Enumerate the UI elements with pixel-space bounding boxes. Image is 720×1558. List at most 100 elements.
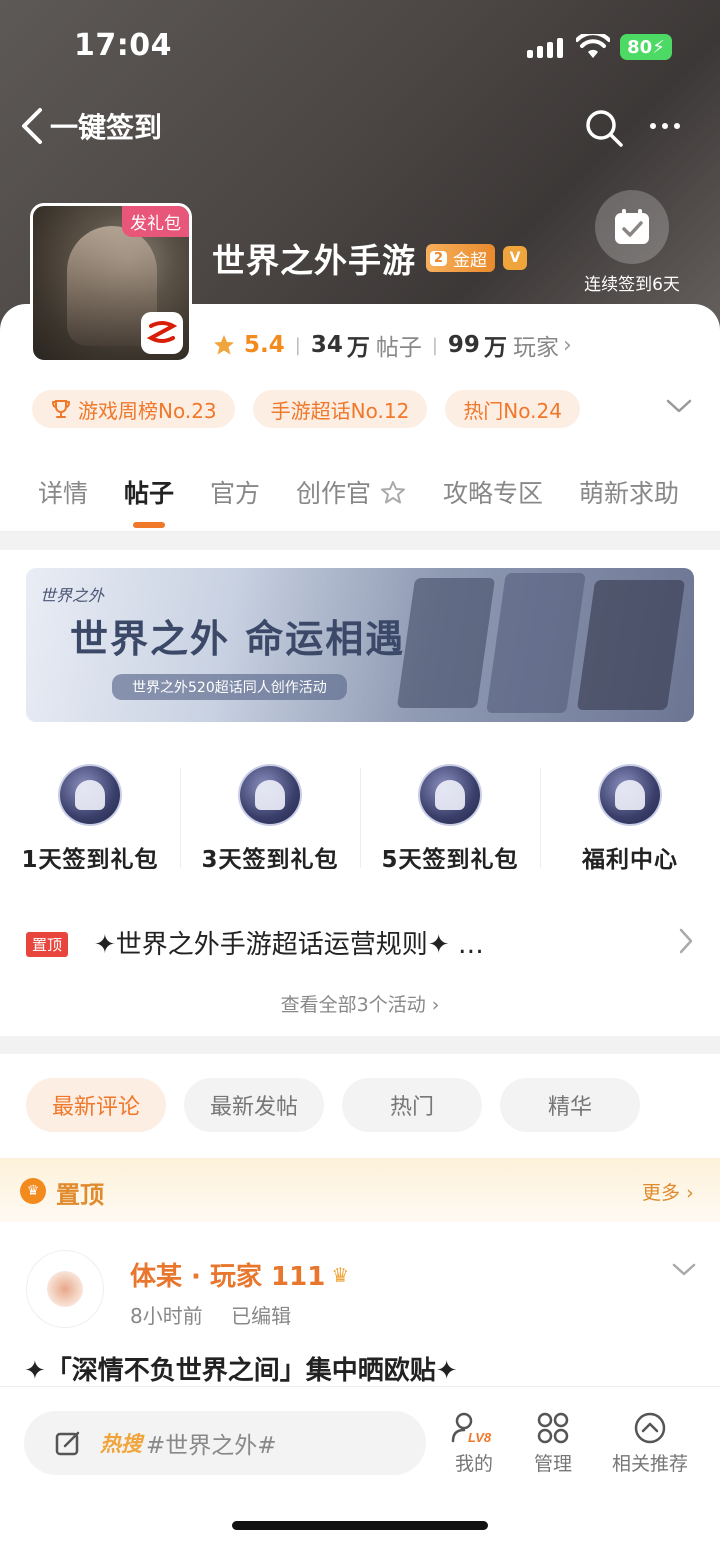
grid-icon [537,1412,569,1444]
divider: | [431,334,438,356]
chevron-right-icon: › [686,1182,694,1204]
gift-mascot-icon [58,764,122,826]
bottom-bar: 热搜 #世界之外# LV8 我的 管理 相关推荐 [0,1386,720,1558]
vip-crown-icon: ♛ [331,1262,350,1287]
filter-featured[interactable]: 精华 [500,1078,640,1132]
pinned-section-header: ♛ 置顶 更多 › [0,1158,720,1222]
mine-button[interactable]: LV8 我的 [450,1411,498,1476]
search-button[interactable] [584,108,624,152]
related-recommend-button[interactable]: 相关推荐 [612,1411,688,1476]
tab-newbie-help[interactable]: 萌新求助 [561,474,697,531]
checkin-streak-label: 连续签到6天 [584,275,680,295]
badge-label: 金超 [453,250,488,271]
welfare-center[interactable]: 福利中心 [540,764,720,874]
battery-level: 80 [627,36,653,58]
tab-guides[interactable]: 攻略专区 [425,474,561,531]
gift-label: 福利中心 [582,847,678,873]
view-all-label: 查看全部3个活动 [280,994,426,1016]
more-label: 更多 [642,1182,681,1204]
expand-ranks-button[interactable] [664,396,694,420]
top-nav: 一键签到 [0,96,720,160]
gift-3day[interactable]: 3天签到礼包 [180,764,360,874]
creator-badge-icon [381,481,406,504]
posts-count: 34 [310,332,343,358]
pinned-rule-text: ✦世界之外手游超话运营规则✦ … [94,930,484,960]
charging-icon: ⚡ [652,36,665,58]
hot-search-label: 热搜 [100,1432,142,1456]
players-label: 玩家 [512,335,559,361]
post-compose-input[interactable]: 热搜 #世界之外# [24,1411,426,1475]
banner-logo-text: 世界之外 [40,586,105,605]
post-title[interactable]: ✦「深情不负世界之间」集中晒欧贴✦ [24,1350,458,1387]
post-meta: 8小时前 已编辑 [130,1300,291,1329]
more-dot-icon [674,123,680,129]
gift-label: 5天签到礼包 [381,847,519,873]
gift-tag: 发礼包 [122,206,189,237]
avatar[interactable] [26,1250,104,1328]
search-icon [586,110,623,147]
game-cover-image[interactable]: 发礼包 [30,203,192,363]
posts-unit: 万 [346,335,370,361]
chevron-left-icon [22,108,42,144]
manage-button[interactable]: 管理 [534,1411,572,1476]
divider: | [294,334,301,356]
star-icon [214,335,234,355]
tab-creator-label: 创作官 [296,479,372,508]
rank-row: 游戏周榜No.23 手游超话No.12 热门No.24 [32,390,580,428]
game-stats[interactable]: 5.4 | 34 万 帖子 | 99 万 玩家 › [212,328,572,362]
tab-creator[interactable]: 创作官 [278,474,425,531]
tab-details[interactable]: 详情 [0,474,106,531]
status-time: 17:04 [74,28,172,63]
rank-label: 手游超话No.12 [270,398,410,423]
pinned-rule-row[interactable]: 置顶 ✦世界之外手游超话运营规则✦ … [0,910,720,976]
activity-section: 世界之外 世界之外 命运相遇 世界之外520超话同人创作活动 1天签到礼包 3天… [0,550,720,1036]
nav-title: 一键签到 [50,111,163,144]
game-title-row: 世界之外手游 2 金超 V [212,234,528,282]
banner-character-card [396,578,496,708]
gift-row: 1天签到礼包 3天签到礼包 5天签到礼包 福利中心 [0,764,720,874]
post-time: 8小时前 [130,1304,203,1328]
gift-5day[interactable]: 5天签到礼包 [360,764,540,874]
author-name: 体某 · 玩家 111 [130,1262,326,1292]
more-dot-icon [650,123,656,129]
posts-label: 帖子 [375,335,422,361]
tab-posts[interactable]: 帖子 [106,474,192,531]
more-dot-icon [662,123,668,129]
post-menu-button[interactable] [670,1260,698,1284]
netease-logo-icon [141,312,183,354]
verified-icon: V [503,246,528,270]
chevron-right-icon [679,928,693,954]
pinned-more-link[interactable]: 更多 › [642,1178,694,1205]
back-button[interactable]: 一键签到 [18,106,162,146]
welfare-mascot-icon [598,764,662,826]
banner-title: 世界之外 命运相遇 [70,616,406,661]
players-unit: 万 [483,335,507,361]
event-banner[interactable]: 世界之外 世界之外 命运相遇 世界之外520超话同人创作活动 [26,568,694,722]
chevron-right-icon: › [431,994,440,1016]
rank-weekly-game[interactable]: 游戏周榜No.23 [32,390,235,428]
status-bar: 17:04 80 ⚡ [0,0,720,96]
checkin-button[interactable] [595,190,669,264]
rank-mobile-super[interactable]: 手游超话No.12 [252,390,428,428]
view-all-activities-link[interactable]: 查看全部3个活动 › [0,990,720,1017]
rank-hot[interactable]: 热门No.24 [445,390,580,428]
chevron-right-icon: › [562,332,572,358]
filter-latest-comments[interactable]: 最新评论 [26,1078,166,1132]
post-edited: 已编辑 [231,1304,292,1328]
gift-mascot-icon [238,764,302,826]
more-options-button[interactable] [650,108,680,144]
pinned-section-label: 置顶 [56,1181,104,1209]
gift-1day[interactable]: 1天签到礼包 [0,764,180,874]
manage-label: 管理 [534,1453,573,1475]
trophy-icon [52,400,70,418]
signal-icon [527,38,563,58]
feed-filters: 最新评论 最新发帖 热门 精华 [26,1078,640,1132]
filter-hot[interactable]: 热门 [342,1078,482,1132]
user-level-icon: LV8 [451,1412,492,1445]
game-title: 世界之外手游 [212,241,416,280]
tab-official[interactable]: 官方 [192,474,278,531]
filter-latest-posts[interactable]: 最新发帖 [184,1078,324,1132]
post-author[interactable]: 体某 · 玩家 111 ♛ [130,1256,349,1293]
chevron-down-icon [666,399,692,413]
banner-character-card [576,580,686,710]
